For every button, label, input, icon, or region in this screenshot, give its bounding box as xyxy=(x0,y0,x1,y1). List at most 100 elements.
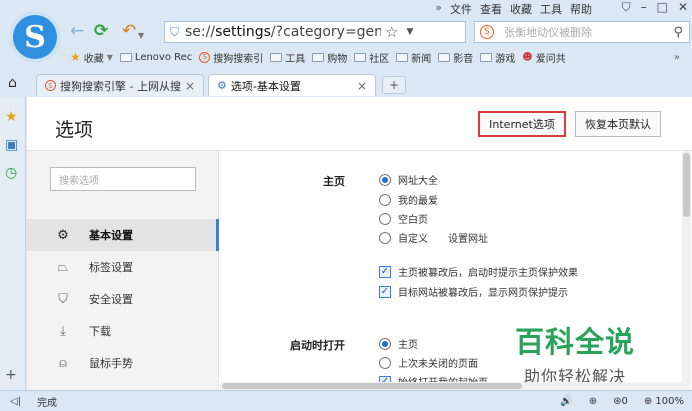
menu-file[interactable]: 文件 xyxy=(450,1,472,17)
address-bar[interactable]: ⛉ se://settings/?category=gen ☆ ▼ xyxy=(164,21,466,43)
bookmarks-bar: ★ 收藏 ▼ Lenovo Rec S 搜狗搜索引 工具 购物 社区 新闻 影音 游戏… xyxy=(70,48,690,66)
bookmark-favorites[interactable]: ★ 收藏 ▼ xyxy=(70,50,113,65)
url-text[interactable]: se://settings/?category=gen xyxy=(185,24,381,40)
add-icon[interactable]: + xyxy=(5,367,17,383)
radio[interactable] xyxy=(379,231,391,244)
bookmark-tools[interactable]: 工具 xyxy=(270,50,305,65)
search-input[interactable]: 张衡地动仪被删除 xyxy=(504,24,673,40)
shield-icon: ⛉ xyxy=(170,24,180,39)
network-icon[interactable]: ⊕ xyxy=(589,396,597,407)
reading-icon[interactable]: ▣ xyxy=(5,137,18,153)
close-tab-icon[interactable]: × xyxy=(185,79,195,93)
bookmark-news[interactable]: 新闻 xyxy=(396,50,431,65)
close-button[interactable]: ✕ xyxy=(678,0,688,15)
window-controls: ⛉ – □ ✕ xyxy=(622,0,688,15)
site-protect-check[interactable]: ✓ 目标网站被篡改后，显示网页保护提示 xyxy=(379,284,568,299)
startup-option-home[interactable]: 主页 xyxy=(379,336,418,351)
menu-favorites[interactable]: 收藏 xyxy=(510,1,532,17)
ad-block-icon[interactable]: ⊛0 xyxy=(613,396,628,407)
refresh-icon[interactable]: ⟳ xyxy=(94,21,108,41)
tab-strip: ⌂ S 搜狗搜索引擎 - 上网从搜 × ⚙ 选项-基本设置 × + xyxy=(0,72,692,96)
radio[interactable] xyxy=(379,193,391,206)
menu-more-chevron[interactable]: » xyxy=(435,1,442,17)
nav-item-download[interactable]: ⤓ 下载 xyxy=(27,315,219,347)
maximize-button[interactable]: □ xyxy=(657,0,668,15)
homepage-protect-check[interactable]: ✓ 主页被篡改后，启动时提示主页保护效果 xyxy=(379,264,578,279)
browser-logo-icon[interactable]: S xyxy=(10,12,60,62)
homepage-option-favorites[interactable]: 我的最爱 xyxy=(379,192,438,207)
scroll-thumb[interactable] xyxy=(683,153,690,217)
undo-icon[interactable]: ↶ xyxy=(122,21,136,41)
restore-defaults-button[interactable]: 恢复本页默认 xyxy=(575,111,661,137)
checkbox-checked[interactable]: ✓ xyxy=(379,285,391,298)
mouse-icon: ⍝ xyxy=(59,355,67,371)
search-icon[interactable]: ⚲ xyxy=(673,25,683,40)
settings-page: 选项 Internet选项 恢复本页默认 搜索选项 ⚙ 基本设置 ⏢ 标签设置 … xyxy=(27,97,692,390)
skin-icon[interactable]: ⛉ xyxy=(622,0,631,15)
navigation-bar: ← ⟳ ↶ ▼ ⛉ se://settings/?category=gen ☆ … xyxy=(70,20,690,44)
back-arrow-icon[interactable]: ← xyxy=(70,21,84,41)
folder-icon xyxy=(354,52,367,62)
nav-item-tab-settings[interactable]: ⏢ 标签设置 xyxy=(27,251,219,283)
tab-settings[interactable]: ⚙ 选项-基本设置 × xyxy=(208,74,376,96)
startup-option-last[interactable]: 上次未关闭的页面 xyxy=(379,355,478,370)
close-tab-icon[interactable]: × xyxy=(357,79,367,93)
status-bar: ◁| 完成 🔊 ⊕ ⊛0 ⊕ 100% xyxy=(0,390,692,411)
nav-item-mouse-gestures[interactable]: ⍝ 鼠标手势 xyxy=(27,347,219,379)
menu-help[interactable]: 帮助 xyxy=(570,1,592,17)
bookmark-sogou[interactable]: S 搜狗搜索引 xyxy=(199,50,263,65)
folder-icon xyxy=(438,52,451,62)
sidebar-toggle-icon[interactable]: ◁| xyxy=(10,396,21,407)
horizontal-scrollbar[interactable] xyxy=(220,382,682,390)
bookmark-star-icon[interactable]: ☆ xyxy=(385,23,398,41)
settings-search-input[interactable]: 搜索选项 xyxy=(50,167,196,191)
gear-icon: ⚙ xyxy=(57,227,69,243)
bookmark-media[interactable]: 影音 xyxy=(438,50,473,65)
user-icon: ☻ xyxy=(522,51,533,63)
radio[interactable] xyxy=(379,356,391,369)
tab-sogou-search[interactable]: S 搜狗搜索引擎 - 上网从搜 × xyxy=(36,74,204,96)
history-clock-icon[interactable]: ◷ xyxy=(5,165,17,181)
internet-options-button[interactable]: Internet选项 xyxy=(478,111,566,137)
homepage-option-nav[interactable]: 网址大全 xyxy=(379,172,438,187)
homepage-option-blank[interactable]: 空白页 xyxy=(379,211,428,226)
minimize-button[interactable]: – xyxy=(641,0,647,15)
bookmark-lenovo[interactable]: Lenovo Rec xyxy=(119,52,192,63)
chevron-down-icon[interactable]: ▼ xyxy=(138,26,144,46)
checkbox-checked[interactable]: ✓ xyxy=(379,265,391,278)
sogou-search-icon: S xyxy=(480,25,494,39)
zoom-level[interactable]: ⊕ 100% xyxy=(644,396,684,407)
speaker-icon[interactable]: 🔊 xyxy=(560,396,572,407)
homepage-section-label: 主页 xyxy=(323,175,345,188)
home-icon[interactable]: ⌂ xyxy=(8,75,17,91)
browser-window: » 文件 查看 收藏 工具 帮助 ⛉ – □ ✕ S ← ⟳ ↶ ▼ ⛉ se:… xyxy=(0,0,692,411)
bookmark-shopping[interactable]: 购物 xyxy=(312,50,347,65)
search-box[interactable]: S 张衡地动仪被删除 ⚲ xyxy=(474,21,690,43)
address-dropdown-icon[interactable]: ▼ xyxy=(406,27,413,37)
folder-icon xyxy=(270,52,283,62)
bookmarks-more-chevron[interactable]: » xyxy=(674,52,680,63)
tab-label: 搜狗搜索引擎 - 上网从搜 xyxy=(60,79,181,93)
bookmark-iask[interactable]: ☻ 爱问共 xyxy=(522,50,565,65)
bookmark-games[interactable]: 游戏 xyxy=(480,50,515,65)
side-panel: ★ ▣ ◷ + xyxy=(0,97,26,390)
menu-tools[interactable]: 工具 xyxy=(540,1,562,17)
favorites-star-icon[interactable]: ★ xyxy=(5,109,18,125)
new-tab-button[interactable]: + xyxy=(382,76,406,94)
set-url-link[interactable]: 设置网址 xyxy=(448,230,488,245)
homepage-option-custom[interactable]: 自定义 设置网址 xyxy=(379,230,488,245)
radio-selected[interactable] xyxy=(379,173,391,186)
nav-item-basic-settings[interactable]: ⚙ 基本设置 xyxy=(27,219,219,251)
radio-selected[interactable] xyxy=(379,337,391,350)
download-icon: ⤓ xyxy=(60,323,66,339)
scroll-thumb[interactable] xyxy=(222,383,522,389)
vertical-scrollbar[interactable] xyxy=(682,151,691,390)
watermark-title: 百科全说 xyxy=(515,325,636,359)
bookmark-community[interactable]: 社区 xyxy=(354,50,389,65)
menu-view[interactable]: 查看 xyxy=(480,1,502,17)
radio[interactable] xyxy=(379,212,391,225)
star-icon: ★ xyxy=(70,50,81,64)
nav-item-security[interactable]: ⛉ 安全设置 xyxy=(27,283,219,315)
sogou-icon: S xyxy=(199,51,211,63)
folder-icon xyxy=(480,52,493,62)
